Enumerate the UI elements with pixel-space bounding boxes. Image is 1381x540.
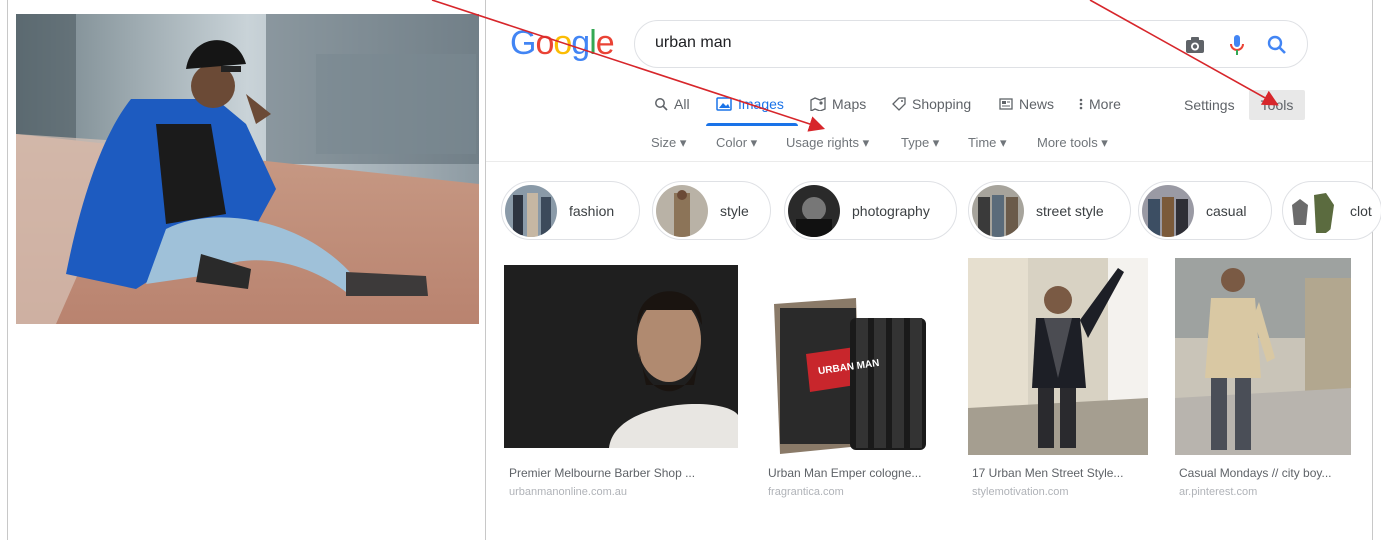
tab-more[interactable]: More (1079, 96, 1121, 112)
result-title[interactable]: Premier Melbourne Barber Shop ... (509, 466, 739, 480)
search-icon[interactable] (1263, 31, 1291, 59)
tab-label: Shopping (912, 96, 972, 112)
tab-label: Images (738, 96, 784, 112)
logo-letter-o2: o (553, 24, 572, 62)
tab-shopping[interactable]: Shopping (892, 96, 971, 112)
result-image-cologne[interactable]: URBAN MAN (766, 296, 941, 458)
search-icon (655, 98, 668, 111)
result-title[interactable]: Casual Mondays // city boy... (1179, 466, 1349, 480)
active-tab-indicator (706, 123, 798, 126)
logo-letter-o1: o (535, 24, 554, 62)
result-image-casual-mondays[interactable] (1175, 258, 1351, 455)
chip-thumbnail (505, 184, 557, 237)
tab-news[interactable]: News (999, 96, 1054, 112)
chip-thumbnail (656, 184, 708, 237)
filter-usage-rights[interactable]: Usage rights ▾ (786, 135, 869, 151)
chip-thumbnail (1142, 184, 1194, 237)
filter-color[interactable]: Color ▾ (716, 135, 757, 151)
logo-letter-g2: g (571, 24, 590, 62)
result-title[interactable]: 17 Urban Men Street Style... (972, 466, 1147, 480)
result-source: fragrantica.com (768, 486, 844, 498)
settings-link[interactable]: Settings (1184, 97, 1235, 113)
image-icon (716, 97, 732, 111)
chip-label: clot (1350, 202, 1372, 219)
result-source: ar.pinterest.com (1179, 486, 1258, 498)
kebab-icon (1079, 98, 1083, 110)
screenshot-canvas: Google urban man All Images Maps Shoppin… (0, 0, 1381, 540)
search-input[interactable]: urban man (655, 34, 732, 52)
chip-thumbnail (788, 184, 840, 237)
result-source: stylemotivation.com (972, 486, 1069, 498)
tab-all[interactable]: All (654, 96, 690, 112)
result-source: urbanmanonline.com.au (509, 486, 628, 498)
tools-button[interactable]: Tools (1249, 90, 1305, 120)
tab-label: More (1089, 96, 1121, 112)
search-box[interactable]: urban man (634, 20, 1308, 68)
chip-thumbnail (1286, 184, 1338, 237)
chip-style[interactable]: style (652, 181, 771, 240)
urban-man-photo (16, 14, 479, 324)
chip-clothing[interactable]: clot (1282, 181, 1381, 240)
logo-letter-g: G (510, 24, 536, 62)
microphone-icon[interactable] (1223, 31, 1251, 59)
chip-fashion[interactable]: fashion (501, 181, 640, 240)
news-icon (999, 98, 1013, 110)
filter-size[interactable]: Size ▾ (651, 135, 686, 151)
panel-divider (485, 0, 486, 540)
chip-thumbnail (972, 184, 1024, 237)
result-title[interactable]: Urban Man Emper cologne... (768, 466, 943, 480)
result-image-street-style[interactable] (968, 258, 1148, 455)
chip-label: style (720, 202, 749, 219)
map-icon (810, 97, 826, 111)
tag-icon (892, 97, 906, 111)
tab-label: Maps (832, 96, 867, 112)
tab-images[interactable]: Images (716, 96, 784, 112)
google-logo[interactable]: Google (510, 24, 615, 63)
tab-label: All (674, 96, 690, 112)
reference-photo (16, 14, 479, 324)
tab-maps[interactable]: Maps (810, 96, 866, 112)
filter-more-tools[interactable]: More tools ▾ (1037, 135, 1108, 151)
camera-icon[interactable] (1181, 31, 1209, 59)
tab-label: News (1019, 96, 1055, 112)
logo-letter-e: e (595, 24, 615, 62)
chip-photography[interactable]: photography (784, 181, 957, 240)
chip-casual[interactable]: casual (1138, 181, 1272, 240)
chip-label: photography (852, 202, 930, 219)
result-image-barber[interactable] (504, 265, 738, 448)
filter-type[interactable]: Type ▾ (901, 135, 939, 151)
chip-label: street style (1036, 202, 1104, 219)
filter-time[interactable]: Time ▾ (968, 135, 1007, 151)
filter-divider (486, 161, 1372, 162)
chip-street-style[interactable]: street style (968, 181, 1131, 240)
chip-label: fashion (569, 202, 615, 219)
chip-label: casual (1206, 202, 1247, 219)
